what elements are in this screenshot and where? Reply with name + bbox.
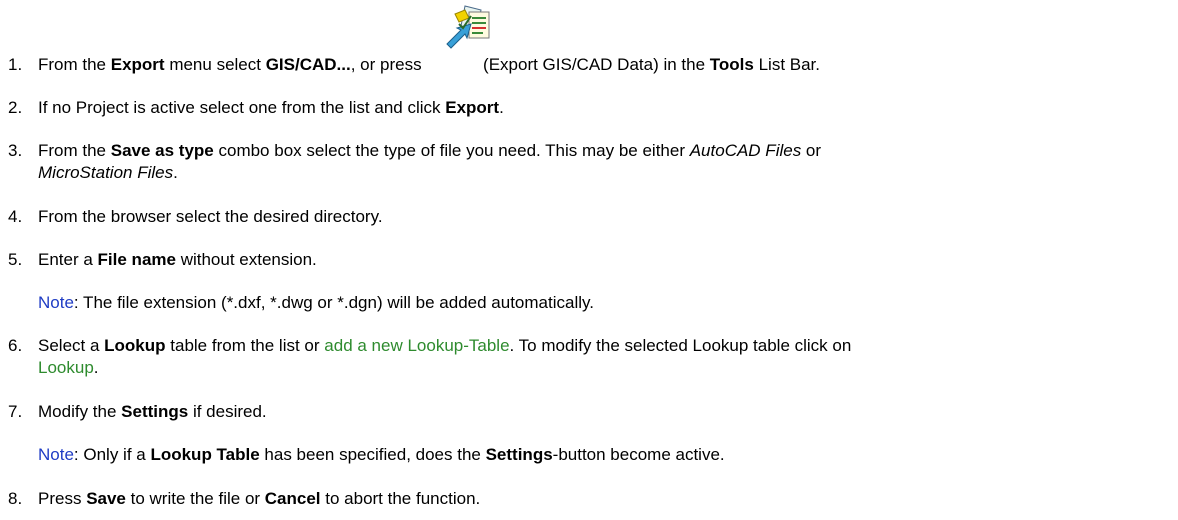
button-name: Cancel [264,489,321,508]
text-segment: to write the file or [125,489,265,508]
step-text: If no Project is active select one from … [38,97,504,119]
text-segment: has been specified, does the [259,445,486,464]
text-segment: (Export GIS/CAD Data) in the [478,55,710,74]
step-text: Enter a File name without extension. [38,249,317,271]
text-segment: or [801,141,822,160]
text-segment: to abort the function. [320,489,481,508]
text-segment: If no Project is active select one from … [38,98,446,117]
step-number: 6. [8,336,23,355]
text-segment: . [93,358,99,377]
text-segment: , or press [350,55,427,74]
field-name: Lookup [104,336,166,355]
export-gis-cad-icon [441,0,493,52]
text-segment: : The file extension (*.dxf, *.dwg or *.… [73,293,594,312]
step-text: From the browser select the desired dire… [38,207,383,226]
note-1: Note: The file extension (*.dxf, *.dwg o… [38,292,594,314]
step-number: 4. [8,207,23,226]
step-number: 7. [8,402,23,421]
step-text: Modify the Settings if desired. [38,401,267,423]
text-segment: . To modify the selected Lookup table cl… [509,336,852,355]
field-name: Lookup Table [150,445,260,464]
note-label: Note [38,445,74,464]
text-segment: -button become active. [552,445,725,464]
step-number: 8. [8,489,23,508]
menu-item-name: GIS/CAD... [265,55,351,74]
text-segment: menu select [164,55,266,74]
field-name: Save as type [110,141,214,160]
text-segment: : Only if a [73,445,151,464]
button-name: Settings [485,445,553,464]
text-segment: Modify the [38,402,122,421]
text-segment: Select a [38,336,105,355]
text-segment: . [499,98,504,117]
button-name: Save [86,489,126,508]
step-number: 2. [8,98,23,117]
step-text: From the Save as type combo box select t… [38,140,1168,184]
step-number: 5. [8,250,23,269]
list-bar-name: Tools [709,55,754,74]
step-number: 1. [8,55,23,74]
note-2: Note: Only if a Lookup Table has been sp… [38,444,725,466]
text-segment: Enter a [38,250,98,269]
step-number: 3. [8,141,23,160]
text-segment: table from the list or [165,336,325,355]
text-segment: Press [38,489,87,508]
file-type: MicroStation Files [38,163,174,182]
text-segment: without extension. [175,250,317,269]
text-segment: . [173,163,178,182]
step-text: From the Export menu select GIS/CAD..., … [38,54,820,76]
field-name: File name [97,250,176,269]
button-name: Settings [121,402,189,421]
text-segment: From the [38,55,111,74]
text-segment: if desired. [188,402,267,421]
lookup-link[interactable]: Lookup [38,358,94,377]
button-name: Export [445,98,500,117]
text-segment: combo box select the type of file you ne… [213,141,690,160]
note-label: Note [38,293,74,312]
step-text: Select a Lookup table from the list or a… [38,335,1168,379]
text-segment: List Bar. [753,55,820,74]
step-text: Press Save to write the file or Cancel t… [38,488,480,510]
add-lookup-table-link[interactable]: add a new Lookup-Table [324,336,509,355]
menu-name: Export [110,55,165,74]
file-type: AutoCAD Files [689,141,802,160]
text-segment: From the [38,141,111,160]
